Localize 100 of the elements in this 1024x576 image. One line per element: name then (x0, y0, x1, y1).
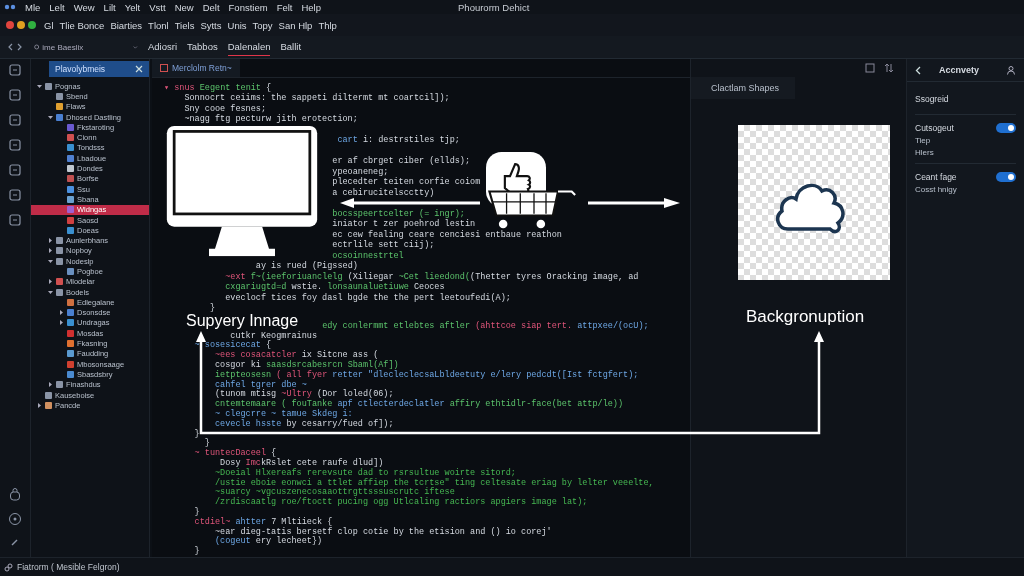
explorer-title: Plavolybmeis (55, 64, 106, 74)
code-line: ectrlile sett ciij); (332, 240, 435, 251)
code-line: ~suarcy ~vgcuszenecosaaottrgttsssuscrutc iftese (215, 487, 455, 498)
caret-icon[interactable] (48, 238, 53, 244)
code-line: plecedter teiten corfie coiom (332, 177, 481, 188)
code-line: /zrdiscaatlg roe/ftoctt pucing ogg Utlcaling ractiors apgiers image lat); (215, 497, 588, 508)
toolbar-item[interactable]: Tiels (174, 19, 195, 31)
caret-icon[interactable] (37, 402, 42, 408)
toggle-switch[interactable] (996, 172, 1016, 182)
code-line: cahfel tgrer dbe ~ (215, 379, 307, 390)
setting-note: Cosst hnigy (915, 185, 958, 194)
tab[interactable]: Adiosri (148, 38, 178, 56)
tab[interactable]: Ballit (280, 38, 302, 56)
menu-item[interactable]: Lilt (103, 1, 116, 13)
tool-icon[interactable] (8, 163, 22, 177)
code-line: (tunom mtisg ~Ultry (Dor loled(06); (215, 389, 394, 400)
caret-icon[interactable] (48, 258, 53, 264)
code-line: eveclocf tices foy dasl bgde the the pert leetoufedi(A); (225, 292, 511, 303)
menu-item[interactable]: New (174, 1, 194, 13)
menu-item[interactable]: Wew (73, 1, 95, 13)
sort-icon[interactable] (884, 63, 894, 73)
menu-item[interactable]: Mle (25, 1, 41, 13)
caret-icon[interactable] (37, 83, 42, 89)
panel-heading: Ssogreid (915, 82, 1016, 115)
toolbar-item[interactable]: Sytts (200, 19, 222, 31)
menu-item[interactable]: Help (301, 1, 321, 13)
code-line: ~ clegcrre ~ tamue Skdeg i: (215, 409, 353, 420)
toolbar-item[interactable]: Thlp (318, 19, 337, 31)
menu-item[interactable]: Fonstiem (228, 1, 268, 13)
code-line: } (204, 438, 210, 449)
menu-item[interactable]: Lelt (49, 1, 65, 13)
tool-icon[interactable] (8, 63, 22, 77)
tab[interactable]: Tabbos (187, 38, 218, 56)
code-line: cart i: destrstiles tjp; (337, 135, 460, 146)
setting-note: Tiep (915, 136, 932, 145)
editor-tab[interactable]: Merclolm Retn~ (152, 59, 240, 77)
toolbar-item[interactable]: Topy (252, 19, 273, 31)
toolbar-item[interactable]: San Hlp (278, 19, 313, 31)
window-title: Phourorm Dehict (458, 1, 530, 13)
code-line: ~nagg ftg pecturw jith erotection; (184, 114, 358, 125)
code-icon[interactable] (8, 43, 22, 51)
code-line: cosgor ki saasdsrcabesrcn Sbaml(Af]) (215, 360, 399, 371)
preview-tab[interactable]: Clactlam Shapes (691, 77, 795, 99)
caret-icon[interactable] (48, 382, 53, 388)
code-line: cutkr Keogmrainus (230, 330, 317, 341)
lock-icon[interactable] (8, 487, 22, 501)
back-icon[interactable] (915, 65, 921, 75)
link-icon (4, 562, 13, 572)
tool-icon[interactable] (8, 138, 22, 152)
toolbar-item[interactable]: Gl (44, 19, 54, 31)
compass-icon[interactable] (8, 512, 22, 526)
tool-icon[interactable] (8, 88, 22, 102)
tool-icon[interactable] (8, 188, 22, 202)
code-line: ~ tuntecDaceel { (194, 448, 277, 459)
caret-icon[interactable] (48, 248, 53, 254)
code-line: ypeoaneneg; (332, 166, 389, 177)
menu-item[interactable]: Felt (276, 1, 293, 13)
caret-icon[interactable] (48, 289, 53, 295)
code-line: Sonnocrt ceiims: the sappeti diltermt mt coartcil]); (184, 93, 450, 104)
code-line: ~Doeial Hlxereafs rerevsute dad to rsrsultue woirte sitord; (215, 467, 516, 478)
setting-note: Hlers (915, 148, 935, 157)
menu-item[interactable]: Yelt (124, 1, 141, 13)
code-line: ~ees cosacatcler ix Sitcne ass ( (215, 350, 379, 361)
code-line: /ustie eboie eonwci a ttlet affiep the tcrtse" ting celtesate eriag by lelter veeelte, (215, 477, 654, 488)
tool-icon[interactable] (8, 213, 22, 227)
caret-icon[interactable] (48, 114, 53, 120)
maximize-window-icon[interactable] (28, 21, 36, 29)
menu-item[interactable]: Delt (202, 1, 220, 13)
code-line: } (194, 507, 200, 517)
search-field[interactable]: ime Baeslix (42, 42, 131, 52)
toggle-switch[interactable] (996, 123, 1016, 133)
toolbar-item[interactable]: Tlonl (148, 19, 169, 31)
diagram-caption: Backgronuption (746, 307, 865, 327)
tool-icon[interactable] (8, 113, 22, 127)
close-icon[interactable] (135, 65, 143, 73)
toolbar-item[interactable]: Unis (227, 19, 247, 31)
code-line: } (194, 546, 200, 557)
close-window-icon[interactable] (6, 21, 14, 29)
user-icon[interactable] (1006, 65, 1016, 75)
setting-label: Ceant fage (915, 172, 957, 182)
caret-icon[interactable] (59, 320, 64, 326)
pen-icon[interactable] (10, 537, 20, 547)
code-line: cevecle hsste by cesarry/fued of]); (215, 418, 394, 429)
caret-icon[interactable] (48, 279, 53, 285)
menu-item[interactable]: Vstt (149, 1, 166, 13)
diagram-caption: Supyery Innage (186, 312, 299, 330)
caret-icon[interactable] (59, 310, 64, 316)
status-text: Fiatrorm ( Mesible Felgron) (17, 562, 120, 572)
toolbar-item[interactable]: Biarties (110, 19, 143, 31)
code-line: ctdiel~ ahtter 7 Mltiieck { (194, 516, 333, 527)
minimize-window-icon[interactable] (17, 21, 25, 29)
app-logo-icon (4, 3, 16, 11)
code-line: } (209, 303, 215, 314)
toolbar-item[interactable]: Tlie Bonce (59, 19, 105, 31)
tab[interactable]: Dalenalen (227, 38, 271, 56)
code-line: Sny cooe fesnes; (184, 103, 266, 114)
image-icon[interactable] (865, 63, 875, 73)
search-icon[interactable] (34, 43, 40, 51)
code-line: cntemtemaare ( fouTanke apf ctlecterdeclatler affiry ethtidlr-face(bet attp/le)) (215, 399, 624, 410)
panel-title: Accnvety (939, 65, 981, 75)
